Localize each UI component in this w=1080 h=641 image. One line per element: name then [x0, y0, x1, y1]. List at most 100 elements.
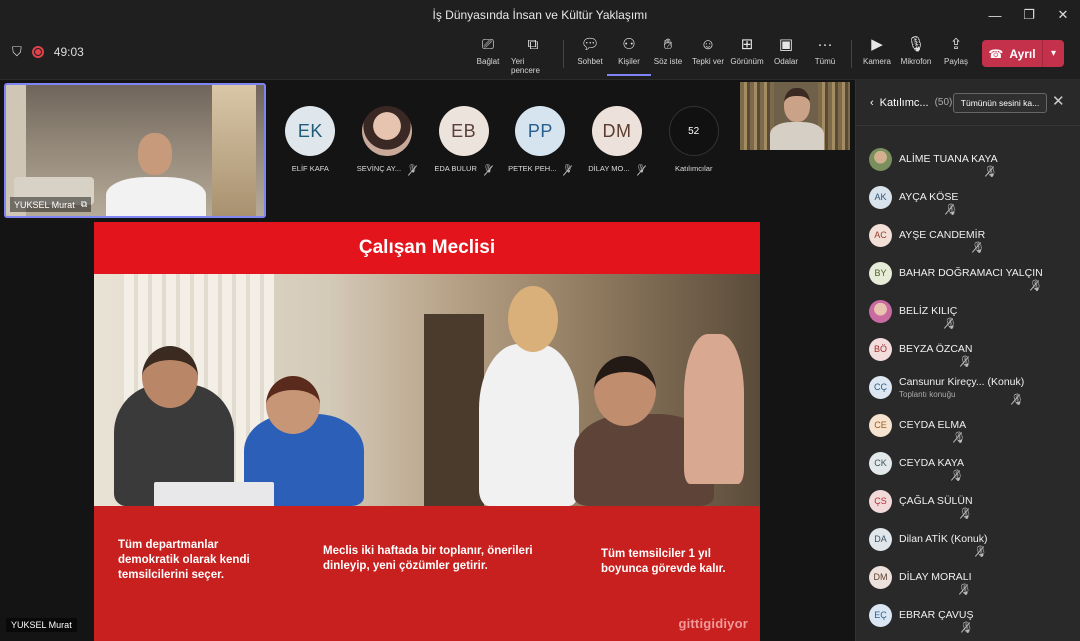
toolbar-button-people[interactable]: ⚇ Kişiler — [607, 36, 651, 76]
video-person — [138, 133, 172, 175]
avatar: CÇ — [869, 375, 892, 399]
participant-name: AYÇA KÖSE — [899, 191, 959, 203]
participants-label: Katılımcılar — [674, 164, 713, 173]
avatar: EÇ — [869, 603, 892, 627]
video-name-tag: YUKSEL Murat ⧉ — [10, 197, 92, 212]
photo-person — [142, 346, 198, 408]
participant-name: YUKSEL Murat — [14, 199, 75, 210]
gallery-tile[interactable]: EK ELİF KAFA — [272, 106, 349, 196]
phone-hangup-icon: ☎ — [988, 46, 1004, 61]
participant-list: ALİME TUANA KAYA 🎙︎ AK AYÇA KÖSE 🎙︎ AC A… — [856, 140, 1080, 634]
participant-name: ELİF KAFA — [291, 164, 329, 173]
participant-row[interactable]: BÖ BEYZA ÖZCAN 🎙︎ — [856, 330, 1080, 368]
participant-count-label: (50) — [934, 97, 953, 108]
participant-role: Toplantı konuğu — [899, 389, 956, 399]
meeting-status: ⛉ 49:03 — [12, 44, 84, 60]
toolbar-button-connect[interactable]: ⎚ Bağlat — [466, 36, 510, 76]
participant-row[interactable]: ÇS ÇAĞLA SÜLÜN 🎙︎ — [856, 482, 1080, 520]
toolbar-button-view[interactable]: ⊞ Görünüm — [725, 36, 769, 76]
participant-row[interactable]: DA Dilan ATİK (Konuk) 🎙︎ — [856, 520, 1080, 558]
participant-row[interactable]: DM DİLAY MORALI 🎙︎ — [856, 558, 1080, 596]
toolbar-button-react[interactable]: ☺ Tepki ver — [686, 36, 730, 76]
mic-off-icon[interactable]: 🎙︎ — [943, 317, 957, 330]
mic-off-icon[interactable]: 🎙︎ — [944, 203, 958, 216]
participant-row[interactable]: BELİZ KILIÇ 🎙︎ — [856, 292, 1080, 330]
mic-off-icon[interactable]: 🎙︎ — [959, 507, 973, 520]
participant-row[interactable]: AC AYŞE CANDEMİR 🎙︎ — [856, 216, 1080, 254]
mic-off-icon[interactable]: 🎙︎ — [950, 469, 964, 482]
mic-off-icon[interactable]: 🎙︎ — [984, 165, 998, 178]
toolbar-button-label: Mikrofon — [900, 57, 932, 66]
gallery-tile[interactable]: SEVİNÇ AY... 🎙︎ — [349, 106, 426, 196]
participant-row[interactable]: CÇ Cansunur Kireçy... (Konuk) Toplantı k… — [856, 368, 1080, 406]
shield-icon: ⛉ — [12, 44, 22, 59]
participants-overflow-tile[interactable]: 52 Katılımcılar — [655, 106, 732, 196]
toolbar-button-popout[interactable]: ⧉ Yeri pencere — [511, 36, 555, 76]
connect-icon: ⎚ — [481, 36, 494, 53]
toolbar-button-mic[interactable]: 🎙︎ Mikrofon — [894, 36, 938, 76]
mic-off-icon[interactable]: 🎙︎ — [960, 621, 974, 634]
participant-row[interactable]: CE CEYDA ELMA 🎙︎ — [856, 406, 1080, 444]
participant-name: Cansunur Kireçy... (Konuk) — [899, 375, 1025, 388]
close-icon[interactable]: ✕ — [1046, 0, 1080, 30]
slide-photo — [94, 274, 760, 506]
mic-off-icon[interactable]: 🎙︎ — [974, 545, 988, 558]
react-icon: ☺ — [700, 36, 716, 53]
minimize-icon[interactable]: — — [978, 0, 1012, 30]
toolbar-button-raise-hand[interactable]: ✋︎ Söz iste — [646, 36, 690, 76]
gallery-tile[interactable]: EB EDA BULUR 🎙︎ — [425, 106, 502, 196]
maximize-icon[interactable]: ❐ — [1012, 0, 1046, 30]
self-video-tile[interactable]: YUKSEL Murat ⧉ — [4, 83, 266, 218]
back-chevron-icon[interactable]: ‹ — [870, 97, 874, 109]
mic-off-icon[interactable]: 🎙︎ — [952, 431, 966, 444]
mic-off-icon[interactable]: 🎙︎ — [1029, 279, 1043, 292]
window-controls: — ❐ ✕ — [978, 0, 1080, 30]
video-person — [784, 88, 810, 122]
gallery-tile[interactable]: DM DİLAY MO... 🎙︎ — [579, 106, 656, 196]
leave-button[interactable]: ☎ Ayrıl ▾ — [982, 40, 1064, 67]
participant-row[interactable]: BY BAHAR DOĞRAMACI YALÇIN 🎙︎ — [856, 254, 1080, 292]
recording-icon — [31, 46, 44, 58]
participant-row[interactable]: EÇ EBRAR ÇAVUŞ 🎙︎ — [856, 596, 1080, 634]
speaker-video-thumbnail[interactable] — [740, 82, 850, 150]
mic-off-icon: 🎙︎ — [562, 164, 573, 173]
chat-icon: 💬︎ — [580, 36, 600, 53]
participant-name: Dilan ATİK (Konuk) — [899, 533, 988, 545]
slide-bullet: Meclis iki haftada bir toplanır, önerile… — [323, 545, 533, 572]
gallery-tile[interactable]: PP PETEK PEH... 🎙︎ — [502, 106, 579, 196]
participant-name: BELİZ KILIÇ — [899, 305, 958, 317]
close-icon[interactable]: ✕ — [1052, 92, 1065, 110]
mic-off-icon[interactable]: 🎙︎ — [959, 355, 973, 368]
participant-name: BEYZA ÖZCAN — [899, 343, 973, 355]
camera-icon: ▶︎ — [871, 36, 883, 53]
participant-count: 52 — [668, 106, 719, 156]
leave-main[interactable]: ☎ Ayrıl — [982, 47, 1042, 61]
meeting-toolbar: ⛉ 49:03 ⎚ Bağlat ⧉ Yeri pencere 💬︎ Sohbe… — [0, 30, 1080, 80]
toolbar-button-camera[interactable]: ▶︎ Kamera — [855, 36, 899, 76]
mic-off-icon[interactable]: 🎙︎ — [958, 583, 972, 596]
mute-all-button[interactable]: Tümünün sesini ka... — [953, 93, 1047, 113]
slide-title: Çalışan Meclisi — [94, 222, 760, 274]
avatar: EB — [438, 106, 489, 156]
toolbar-button-label: Paylaş — [943, 57, 968, 66]
mic-off-icon[interactable]: 🎙︎ — [1010, 393, 1024, 406]
video-person — [770, 122, 824, 150]
toolbar-button-chat[interactable]: 💬︎ Sohbet — [568, 36, 612, 76]
gallery-name: ELİF KAFA — [292, 164, 329, 173]
rooms-icon: ▣ — [778, 36, 794, 53]
avatar: DM — [592, 106, 643, 156]
participant-row[interactable]: AK AYÇA KÖSE 🎙︎ — [856, 178, 1080, 216]
participant-name: CEYDA ELMA — [899, 419, 967, 431]
toolbar-button-share[interactable]: ⇪ Paylaş — [934, 36, 978, 76]
participant-row[interactable]: ALİME TUANA KAYA 🎙︎ — [856, 140, 1080, 178]
avatar — [869, 147, 892, 171]
toolbar-button-more[interactable]: ··· Tümü — [803, 36, 847, 76]
toolbar-button-label: Kişiler — [618, 57, 640, 66]
toolbar-button-rooms[interactable]: ▣ Odalar — [764, 36, 808, 76]
mic-off-icon[interactable]: 🎙︎ — [971, 241, 985, 254]
participant-row[interactable]: CK CEYDA KAYA 🎙︎ — [856, 444, 1080, 482]
avatar: EK — [285, 106, 336, 156]
chevron-down-icon[interactable]: ▾ — [1042, 40, 1064, 67]
toolbar-button-label: Sohbet — [577, 57, 603, 66]
avatar: AK — [869, 185, 892, 209]
